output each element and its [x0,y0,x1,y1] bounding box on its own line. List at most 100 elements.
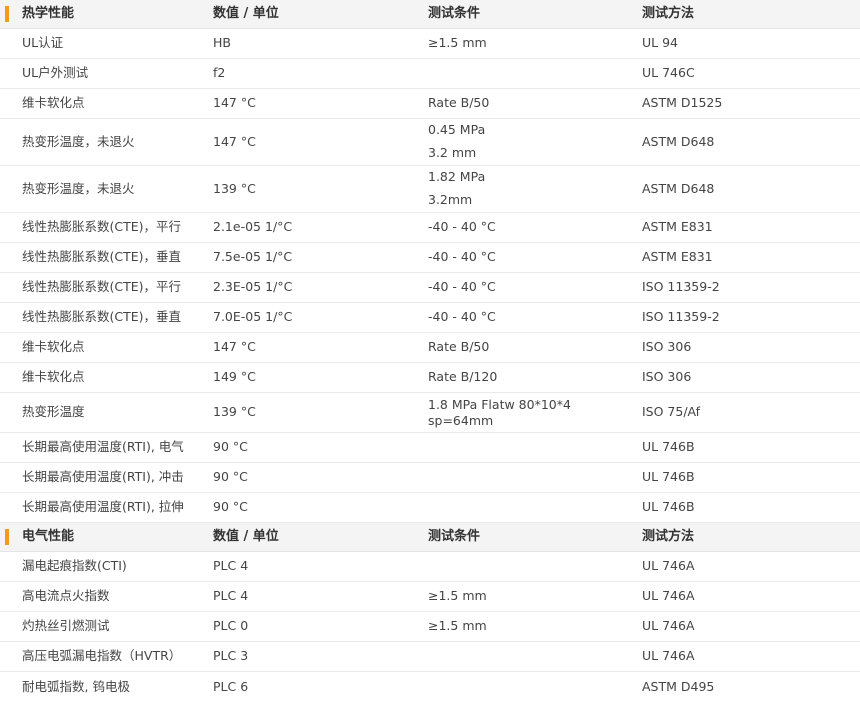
test-method: UL 746C [642,65,695,81]
test-method: UL 746B [642,469,695,485]
property-name: 高压电弧漏电指数（HVTR） [22,648,182,664]
property-value: 139 °C [213,180,256,196]
column-header-method: 测试方法 [642,6,695,22]
test-method: ISO 11359-2 [642,309,720,325]
test-method: ISO 306 [642,339,692,355]
column-header-value: 数值 / 单位 [213,529,279,545]
property-value: PLC 3 [213,648,249,664]
property-name: 线性热膨胀系数(CTE)，平行 [22,219,182,235]
table-row: 线性热膨胀系数(CTE)，垂直 7.5e-05 1/°C -40 - 40 °C AS… [0,243,860,273]
test-condition: ≥1.5 mm [428,618,642,635]
condition-line: 3.2mm [428,192,473,207]
test-condition: ≥1.5 mm [428,588,642,605]
condition-line: ≥1.5 mm [428,618,487,634]
table-row: 线性热膨胀系数(CTE)，垂直 7.0E-05 1/°C -40 - 40 °C IS… [0,303,860,333]
condition-line: 1.82 MPa [428,169,486,185]
test-condition: 0.45 MPa 3.2 mm [428,122,642,162]
table-row: 长期最高使用温度(RTI), 冲击 90 °C UL 746B [0,463,860,493]
condition-line: ≥1.5 mm [428,588,487,604]
property-value: PLC 0 [213,618,249,634]
property-name: 耐电弧指数, 钨电极 [22,678,130,694]
property-value: 90 °C [213,499,248,515]
section-title-text: 电气性能 [22,529,75,545]
property-value: 7.5e-05 1/°C [213,249,293,265]
condition-line: -40 - 40 °C [428,249,496,265]
test-condition: -40 - 40 °C [428,309,642,326]
property-name: 线性热膨胀系数(CTE)，垂直 [22,309,182,325]
test-method: UL 746A [642,648,695,664]
property-value: 147 °C [213,339,256,355]
property-value: 147 °C [213,133,256,149]
table-row: 长期最高使用温度(RTI), 拉伸 90 °C UL 746B [0,493,860,523]
test-method: ASTM D648 [642,133,715,149]
property-value: PLC 4 [213,558,249,574]
test-condition: ≥1.5 mm [428,35,642,52]
condition-line: -40 - 40 °C [428,309,496,325]
test-method: UL 746A [642,558,695,574]
test-condition: -40 - 40 °C [428,219,642,236]
property-value: PLC 4 [213,588,249,604]
condition-line: 1.8 MPa Flatw 80*10*4 [428,396,571,412]
column-header-condition: 测试条件 [428,529,481,545]
condition-line: sp=64mm [428,412,494,428]
table-row: 高压电弧漏电指数（HVTR） PLC 3 UL 746A [0,642,860,672]
section-accent-bar [5,5,9,22]
section-title: 电气性能 [0,528,213,546]
table-row: 维卡软化点 149 °C Rate B/120 ISO 306 [0,363,860,393]
property-name: 线性热膨胀系数(CTE)，垂直 [22,249,182,265]
condition-line: Rate B/50 [428,339,490,355]
table-row: 维卡软化点 147 °C Rate B/50 ASTM D1525 [0,89,860,119]
condition-line: ≥1.5 mm [428,35,487,51]
test-method: UL 746B [642,439,695,455]
test-condition: 1.8 MPa Flatw 80*10*4 sp=64mm [428,397,642,428]
test-condition: 1.82 MPa 3.2mm [428,169,642,209]
section-title: 热学性能 [0,5,213,23]
condition-line: 3.2 mm [428,145,477,160]
test-condition: -40 - 40 °C [428,249,642,266]
column-header-condition: 测试条件 [428,6,481,22]
property-name: 维卡软化点 [22,369,85,385]
property-name: 热变形温度 [22,404,85,420]
condition-line: -40 - 40 °C [428,279,496,295]
property-name: 灼热丝引燃测试 [22,618,110,634]
test-method: UL 746A [642,618,695,634]
test-method: ISO 11359-2 [642,279,720,295]
test-method: ISO 75/Af [642,404,701,420]
table-row: 热变形温度，未退火 147 °C 0.45 MPa 3.2 mm ASTM D648 [0,119,860,166]
table-row: 漏电起痕指数(CTI) PLC 4 UL 746A [0,552,860,582]
section-title-text: 热学性能 [22,6,75,22]
table-row: 耐电弧指数, 钨电极 PLC 6 ASTM D495 [0,672,860,702]
condition-line: Rate B/120 [428,369,498,385]
property-name: UL认证 [22,35,64,51]
property-name: 长期最高使用温度(RTI), 拉伸 [22,499,184,515]
test-condition: Rate B/50 [428,339,642,356]
property-name: 长期最高使用温度(RTI), 电气 [22,439,184,455]
test-method: ASTM D1525 [642,95,723,111]
property-value: 90 °C [213,439,248,455]
test-method: UL 746A [642,588,695,604]
section-accent-bar [5,528,9,545]
property-name: 长期最高使用温度(RTI), 冲击 [22,469,184,485]
condition-line: Rate B/50 [428,95,490,111]
test-method: UL 94 [642,35,678,51]
property-name: 线性热膨胀系数(CTE)，平行 [22,279,182,295]
property-name: 维卡软化点 [22,95,85,111]
table-row: 热变形温度 139 °C 1.8 MPa Flatw 80*10*4 sp=64mm I… [0,393,860,433]
table-row: 长期最高使用温度(RTI), 电气 90 °C UL 746B [0,433,860,463]
table-row: UL认证 HB ≥1.5 mm UL 94 [0,29,860,59]
test-method: ASTM D648 [642,180,715,196]
condition-line: -40 - 40 °C [428,219,496,235]
property-value: 2.3E-05 1/°C [213,279,293,295]
test-method: ASTM E831 [642,219,713,235]
column-header-value: 数值 / 单位 [213,6,279,22]
section-header: 热学性能 数值 / 单位 测试条件 测试方法 [0,0,860,29]
section-header: 电气性能 数值 / 单位 测试条件 测试方法 [0,523,860,552]
test-condition: Rate B/50 [428,95,642,112]
property-name: 高电流点火指数 [22,588,110,604]
property-value: 90 °C [213,469,248,485]
property-value: 149 °C [213,369,256,385]
test-method: ISO 306 [642,369,692,385]
test-method: UL 746B [642,499,695,515]
table-row: 高电流点火指数 PLC 4 ≥1.5 mm UL 746A [0,582,860,612]
property-value: PLC 6 [213,678,249,694]
